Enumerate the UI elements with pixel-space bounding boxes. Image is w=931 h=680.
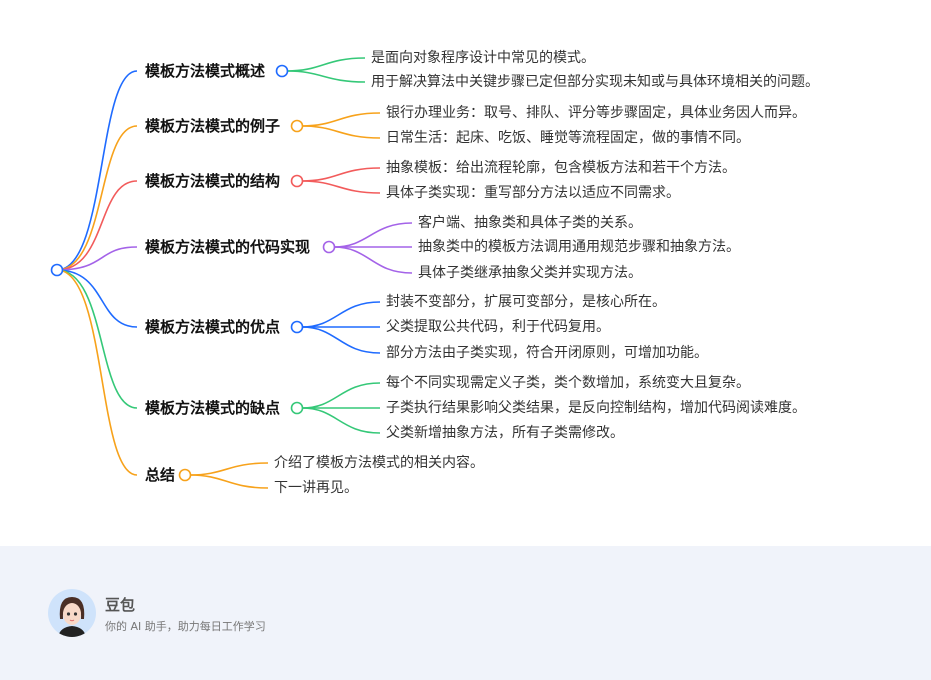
leaf-connector — [301, 180, 381, 194]
collapse-toggle-icon[interactable] — [290, 174, 304, 188]
branch-connector — [56, 269, 138, 476]
collapse-toggle-icon[interactable] — [322, 240, 336, 254]
leaf-node[interactable]: 客户端、抽象类和具体子类的关系。 — [418, 213, 642, 233]
brand-name: 豆包 — [105, 596, 136, 614]
branch-connector — [56, 269, 138, 328]
leaf-node[interactable]: 父类新增抽象方法，所有子类需修改。 — [386, 423, 624, 443]
leaf-connector — [301, 112, 381, 127]
leaf-connector — [301, 167, 381, 182]
leaf-node[interactable]: 下一讲再见。 — [274, 478, 358, 498]
collapse-toggle-icon[interactable] — [178, 468, 192, 482]
leaf-connector — [286, 57, 366, 72]
leaf-node[interactable]: 子类执行结果影响父类结果，是反向控制结构，增加代码阅读难度。 — [386, 398, 806, 418]
collapse-toggle-icon[interactable] — [275, 64, 289, 78]
leaf-connector — [301, 301, 381, 328]
branch-node[interactable]: 模板方法模式的缺点 — [145, 398, 280, 418]
leaf-node[interactable]: 用于解决算法中关键步骤已定但部分实现未知或与具体环境相关的问题。 — [371, 72, 819, 92]
leaf-connector — [286, 70, 366, 83]
leaf-node[interactable]: 部分方法由子类实现，符合开闭原则，可增加功能。 — [386, 343, 708, 363]
root-node-icon[interactable] — [50, 263, 64, 277]
branch-node[interactable]: 模板方法模式的结构 — [145, 171, 280, 191]
leaf-connector — [301, 382, 381, 409]
leaf-connector — [301, 326, 381, 354]
leaf-node[interactable]: 每个不同实现需定义子类，类个数增加，系统变大且复杂。 — [386, 373, 750, 393]
collapse-toggle-icon[interactable] — [290, 119, 304, 133]
leaf-connector — [301, 125, 381, 139]
leaf-node[interactable]: 是面向对象程序设计中常见的模式。 — [371, 48, 595, 68]
branch-node[interactable]: 模板方法模式概述 — [145, 61, 265, 81]
branch-node[interactable]: 总结 — [145, 465, 175, 485]
branch-node[interactable]: 模板方法模式的优点 — [145, 317, 280, 337]
leaf-node[interactable]: 介绍了模板方法模式的相关内容。 — [274, 453, 484, 473]
leaf-connector — [189, 462, 269, 476]
leaf-node[interactable]: 父类提取公共代码，利于代码复用。 — [386, 317, 610, 337]
footer — [0, 546, 931, 680]
branch-connector — [56, 70, 138, 271]
leaf-connector — [333, 246, 413, 274]
collapse-toggle-icon[interactable] — [290, 401, 304, 415]
leaf-node[interactable]: 日常生活：起床、吃饭、睡觉等流程固定，做的事情不同。 — [386, 128, 750, 148]
leaf-connector — [333, 222, 413, 248]
leaf-node[interactable]: 具体子类实现：重写部分方法以适应不同需求。 — [386, 183, 680, 203]
leaf-node[interactable]: 抽象类中的模板方法调用通用规范步骤和抽象方法。 — [418, 237, 740, 257]
leaf-connector — [189, 474, 269, 489]
brand-tagline: 你的 AI 助手，助力每日工作学习 — [105, 620, 266, 633]
branch-node[interactable]: 模板方法模式的代码实现 — [145, 237, 310, 257]
leaf-node[interactable]: 银行办理业务：取号、排队、评分等步骤固定，具体业务因人而异。 — [386, 103, 806, 123]
leaf-connector — [301, 407, 381, 434]
branch-connector — [56, 269, 138, 409]
leaf-node[interactable]: 封装不变部分，扩展可变部分，是核心所在。 — [386, 292, 666, 312]
leaf-node[interactable]: 具体子类继承抽象父类并实现方法。 — [418, 263, 642, 283]
branch-node[interactable]: 模板方法模式的例子 — [145, 116, 280, 136]
avatar — [48, 589, 96, 637]
collapse-toggle-icon[interactable] — [290, 320, 304, 334]
leaf-node[interactable]: 抽象模板：给出流程轮廓，包含模板方法和若干个方法。 — [386, 158, 736, 178]
